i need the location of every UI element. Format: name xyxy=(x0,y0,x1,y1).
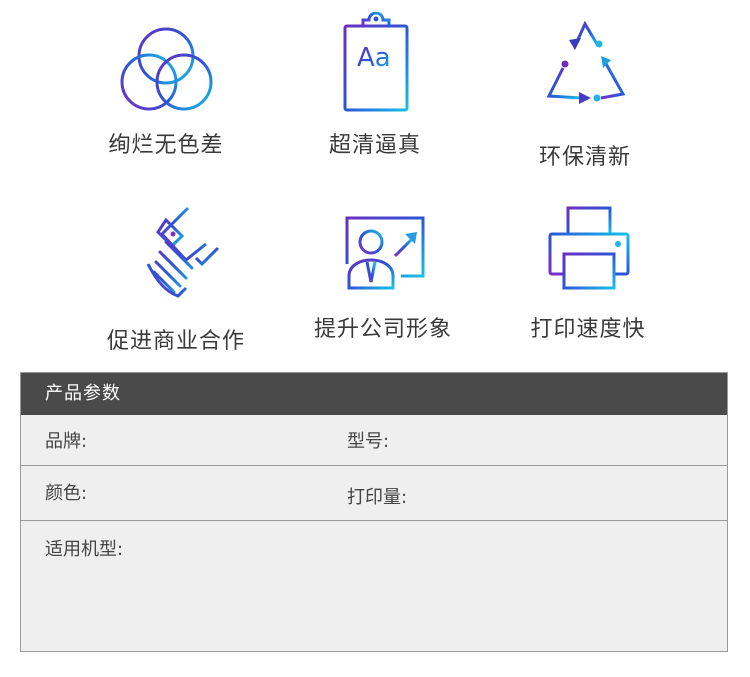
feature-label: 打印速度快 xyxy=(530,317,646,342)
feature-colors: 绚烂无色差 xyxy=(66,20,266,160)
feature-eco: 环保清新 xyxy=(485,18,685,172)
feature-label: 绚烂无色差 xyxy=(108,133,224,158)
brand-label: 品牌: xyxy=(45,431,88,452)
features-grid: 绚烂无色差 Aa 超清逼真 环保清新 促进商业合作 提升公司形象 打印速度快 xyxy=(0,0,750,360)
svg-text:Aa: Aa xyxy=(357,43,391,73)
model-label: 型号: xyxy=(347,431,390,452)
printer-icon xyxy=(548,206,630,290)
compatible-models-label: 适用机型: xyxy=(45,539,124,560)
feature-clarity: Aa 超清逼真 xyxy=(275,12,475,160)
feature-cooperation: 促进商业合作 xyxy=(76,204,276,356)
recycle-icon xyxy=(546,20,626,104)
clipboard-text-icon: Aa xyxy=(343,12,409,112)
presentation-icon xyxy=(345,216,425,290)
feature-image: 提升公司形象 xyxy=(283,204,483,344)
feature-label: 环保清新 xyxy=(538,145,631,170)
print-volume-label: 打印量: xyxy=(347,487,408,508)
params-row-compatible: 适用机型: xyxy=(21,521,727,652)
params-title: 产品参数 xyxy=(21,373,727,415)
color-label: 颜色: xyxy=(45,483,88,504)
params-row-color-volume: 颜色: 打印量: xyxy=(21,466,727,521)
feature-speed: 打印速度快 xyxy=(488,204,688,344)
feature-label: 促进商业合作 xyxy=(106,329,245,354)
handshake-icon xyxy=(146,206,220,298)
feature-label: 超清逼真 xyxy=(328,133,421,158)
product-params-table: 产品参数 品牌: 型号: 颜色: 打印量: 适用机型: xyxy=(20,372,728,652)
overlapping-circles-icon xyxy=(120,27,213,111)
params-row-brand-model: 品牌: 型号: xyxy=(21,415,727,466)
feature-label: 提升公司形象 xyxy=(313,317,452,342)
